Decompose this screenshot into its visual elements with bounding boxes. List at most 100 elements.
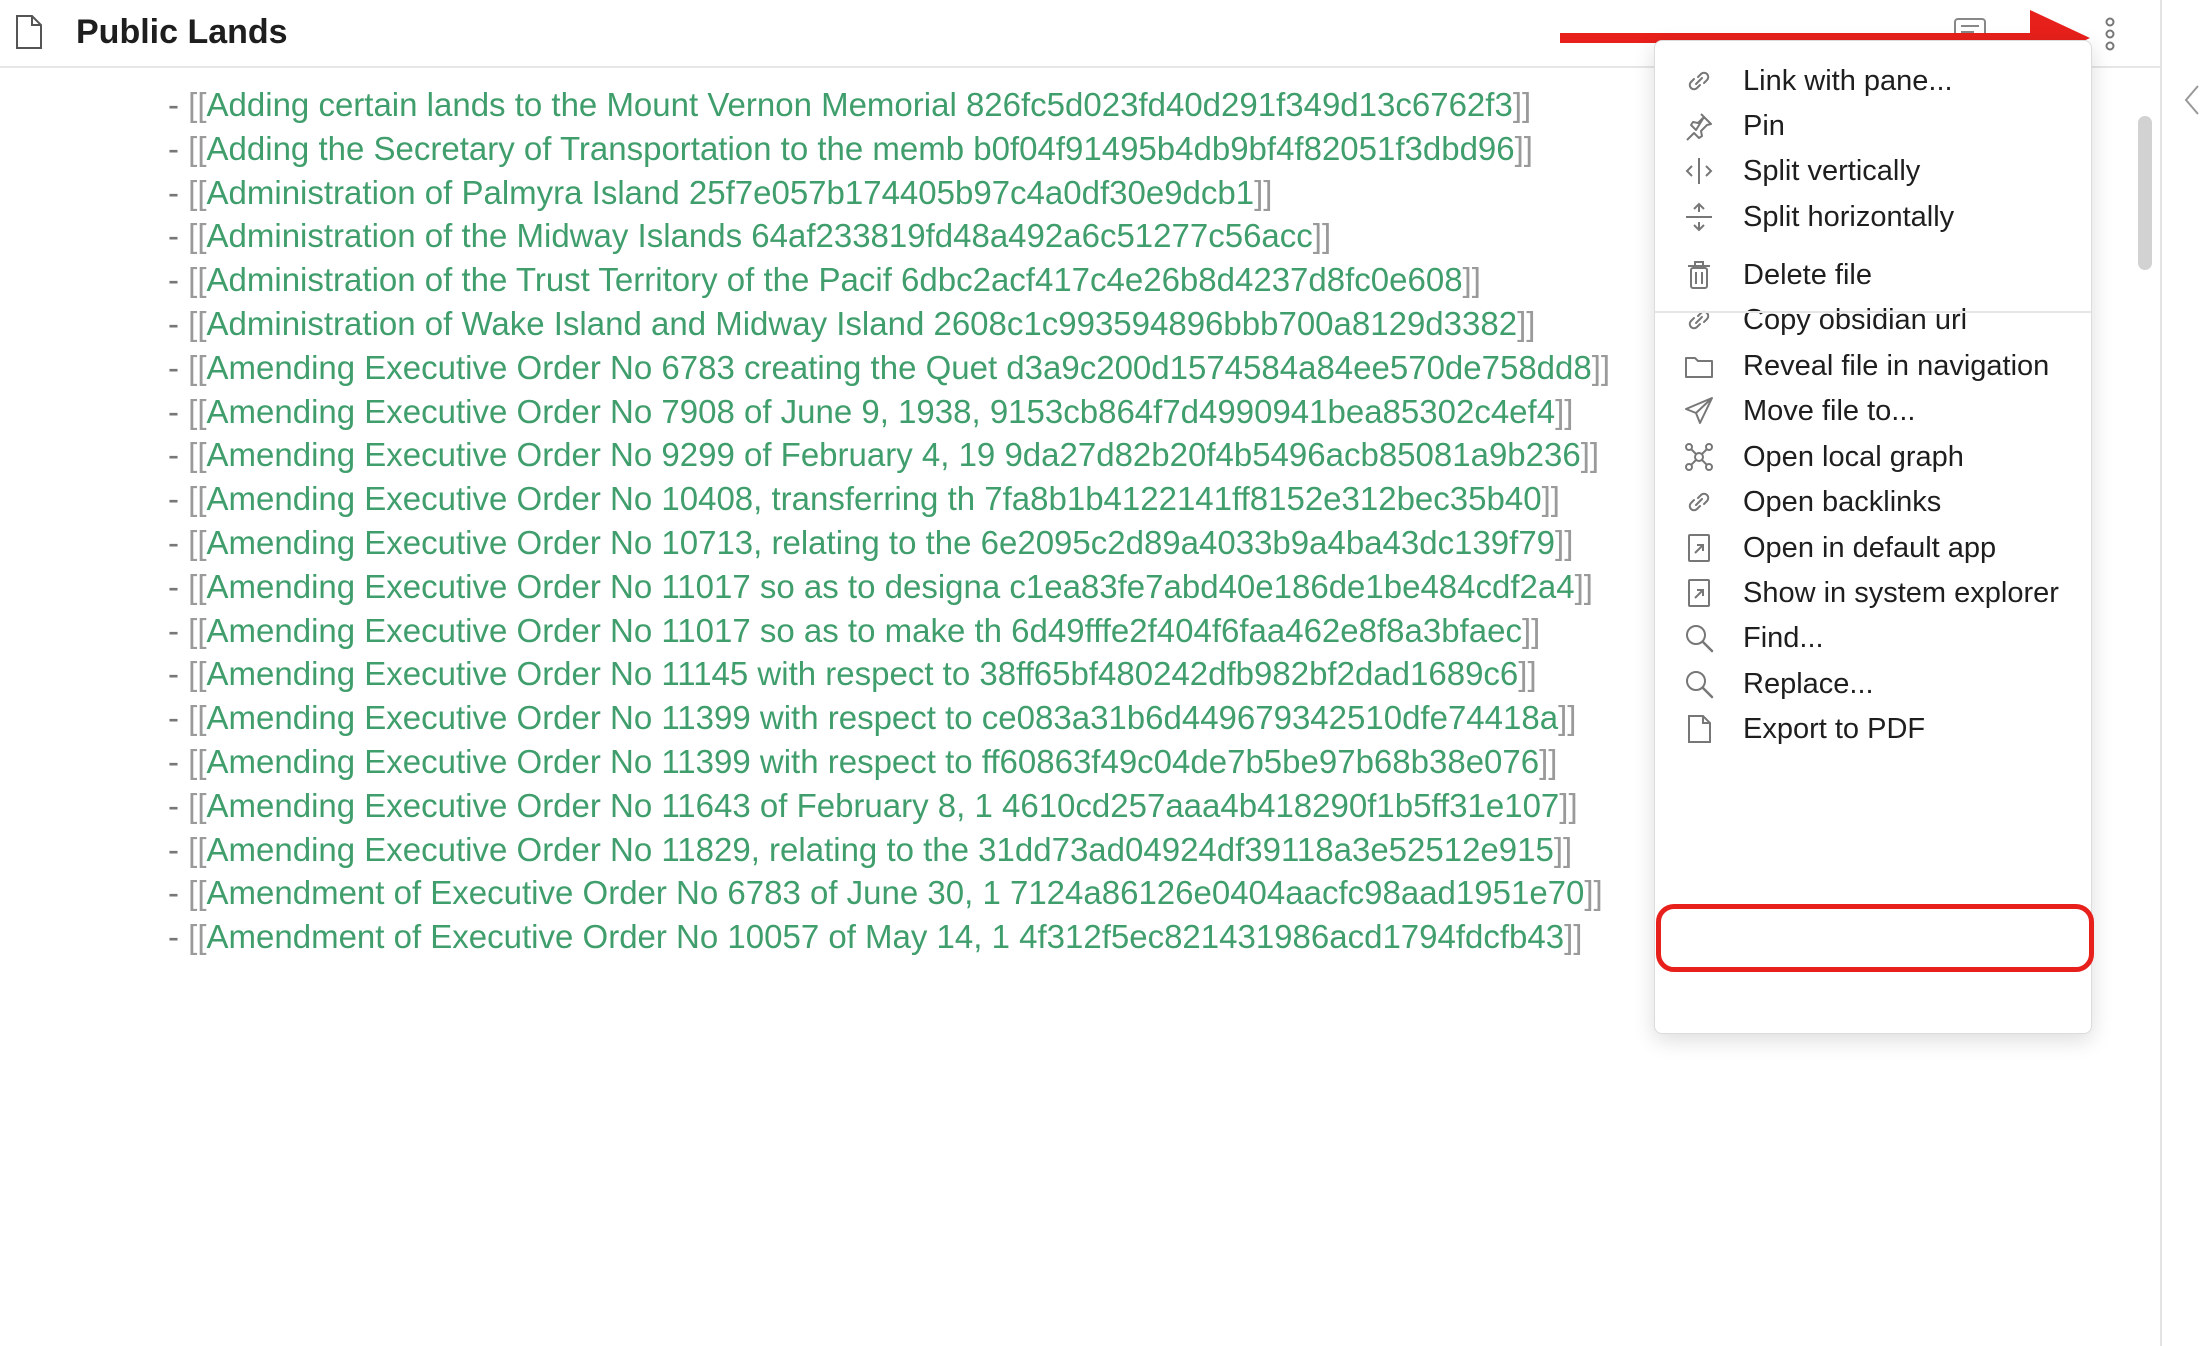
link-open-bracket: [[: [188, 480, 207, 518]
list-bullet: -: [168, 392, 189, 430]
link-close-bracket: ]]: [1555, 392, 1574, 430]
file-icon: [1683, 713, 1715, 745]
list-item: - [[Amending Executive Order No 11829, r…: [168, 828, 1572, 872]
list-bullet: -: [168, 699, 189, 737]
context-menu: Link with pane... Pin Split vertically Spli…: [1654, 40, 2092, 1034]
annotation-highlight: [1656, 904, 2094, 972]
link-icon: [1683, 304, 1715, 336]
search-icon: [1683, 668, 1715, 700]
internal-link[interactable]: Amending Executive Order No 11399 with r…: [207, 743, 1540, 780]
internal-link[interactable]: Amending Executive Order No 11829, relat…: [207, 831, 1554, 868]
link-open-bracket: [[: [188, 86, 207, 123]
internal-link[interactable]: Amending Executive Order No 11145 with r…: [207, 655, 1519, 692]
internal-link[interactable]: Administration of the Trust Territory of…: [207, 261, 1463, 298]
link-close-bracket: ]]: [1518, 655, 1537, 693]
internal-link[interactable]: Amending Executive Order No 11017 so as …: [207, 568, 1575, 605]
link-open-bracket: [[: [188, 655, 207, 693]
list-item: - [[Administration of the Midway Islands…: [168, 214, 1331, 258]
link-close-bracket: ]]: [1591, 348, 1611, 386]
menu-item-label: Split horizontally: [1743, 201, 1955, 233]
menu-item-export-to-pdf[interactable]: Export to PDF: [1655, 699, 2091, 759]
link-close-bracket: ]]: [1574, 567, 1593, 605]
internal-link[interactable]: Amending Executive Order No 11399 with r…: [207, 699, 1559, 736]
page-title: Public Lands: [76, 13, 288, 51]
list-item: - [[Amending Executive Order No 6783 cre…: [168, 346, 1610, 390]
internal-link[interactable]: Amendment of Executive Order No 6783 of …: [207, 874, 1585, 911]
list-item: - [[Amending Executive Order No 10713, r…: [168, 521, 1573, 565]
link-open-bracket: [[: [188, 611, 207, 649]
link-open-bracket: [[: [188, 392, 207, 430]
menu-item-split-horizontally[interactable]: Split horizontally: [1655, 187, 2091, 247]
list-bullet: -: [168, 217, 189, 255]
link-open-bracket: [[: [188, 217, 207, 255]
internal-link[interactable]: Administration of the Midway Islands 64a…: [207, 217, 1313, 254]
internal-link[interactable]: Amending Executive Order No 10713, relat…: [207, 524, 1556, 561]
list-bullet: -: [168, 874, 189, 912]
internal-link[interactable]: Amending Executive Order No 10408, trans…: [207, 480, 1542, 517]
pin-icon: [1683, 110, 1715, 142]
scrollbar[interactable]: [2138, 116, 2152, 270]
list-item: - [[Administration of Wake Island and Mi…: [168, 302, 1535, 346]
list-bullet: -: [168, 830, 189, 868]
list-bullet: -: [168, 436, 189, 474]
internal-link[interactable]: Adding the Secretary of Transportation t…: [207, 130, 1515, 167]
link-close-bracket: ]]: [1553, 830, 1573, 868]
list-bullet: -: [168, 348, 189, 386]
list-item: - [[Amending Executive Order No 7908 of …: [168, 390, 1573, 434]
internal-link[interactable]: Adding certain lands to the Mount Vernon…: [207, 86, 1513, 123]
list-item: - [[Administration of the Trust Territor…: [168, 258, 1481, 302]
link-close-bracket: ]]: [1517, 305, 1536, 342]
link-open-bracket: [[: [188, 261, 207, 299]
link-close-bracket: ]]: [1539, 743, 1558, 780]
list-bullet: -: [168, 918, 189, 956]
file-icon: [14, 14, 44, 50]
list-item: - [[Adding the Secretary of Transportati…: [168, 127, 1533, 171]
list-item: - [[Amending Executive Order No 11399 wi…: [168, 740, 1557, 784]
internal-link[interactable]: Administration of Wake Island and Midway…: [207, 305, 1518, 342]
list-item: - [[Amending Executive Order No 11145 wi…: [168, 652, 1537, 696]
split-vertical-icon: [1683, 155, 1715, 187]
link-open-bracket: [[: [188, 699, 207, 737]
link-close-bracket: ]]: [1580, 436, 1600, 474]
send-icon: [1683, 395, 1715, 427]
internal-link[interactable]: Amending Executive Order No 11643 of Feb…: [207, 787, 1560, 824]
search-icon: [1683, 622, 1715, 654]
internal-link[interactable]: Amending Executive Order No 11017 so as …: [207, 612, 1522, 649]
internal-link[interactable]: Amending Executive Order No 6783 creatin…: [207, 349, 1592, 386]
link-open-bracket: [[: [188, 129, 207, 167]
internal-link[interactable]: Amending Executive Order No 7908 of June…: [207, 393, 1556, 430]
list-bullet: -: [168, 86, 189, 123]
list-bullet: -: [168, 567, 189, 605]
link-open-bracket: [[: [188, 305, 207, 342]
link-open-bracket: [[: [188, 436, 207, 474]
link-close-bracket: ]]: [1558, 699, 1577, 737]
internal-link[interactable]: Amending Executive Order No 9299 of Febr…: [207, 436, 1581, 473]
link-close-bracket: ]]: [1462, 261, 1481, 299]
list-bullet: -: [168, 261, 189, 299]
link-close-bracket: ]]: [1312, 217, 1332, 255]
link-open-bracket: [[: [188, 743, 207, 780]
more-options-icon[interactable]: [2098, 12, 2122, 56]
external-file-icon: [1683, 532, 1715, 564]
link-open-bracket: [[: [188, 918, 207, 956]
trash-icon: [1683, 259, 1715, 291]
internal-link[interactable]: Amendment of Executive Order No 10057 of…: [207, 918, 1565, 955]
external-file-icon: [1683, 577, 1715, 609]
chevron-left-icon[interactable]: [2180, 80, 2204, 120]
list-item: - [[Amending Executive Order No 11017 so…: [168, 609, 1540, 653]
split-horizontal-icon: [1683, 201, 1715, 233]
link-open-bracket: [[: [188, 567, 207, 605]
list-item: - [[Amendment of Executive Order No 6783…: [168, 871, 1603, 915]
list-item: - [[Amending Executive Order No 9299 of …: [168, 433, 1599, 477]
list-bullet: -: [168, 173, 189, 211]
list-bullet: -: [168, 655, 189, 693]
list-item: - [[Administration of Palmyra Island 25f…: [168, 171, 1272, 215]
list-bullet: -: [168, 129, 189, 167]
link-close-bracket: ]]: [1512, 86, 1532, 123]
list-bullet: -: [168, 305, 189, 342]
link-open-bracket: [[: [188, 874, 207, 912]
link-close-bracket: ]]: [1584, 874, 1603, 912]
internal-link[interactable]: Administration of Palmyra Island 25f7e05…: [207, 174, 1255, 211]
list-bullet: -: [168, 524, 189, 561]
list-bullet: -: [168, 786, 189, 824]
